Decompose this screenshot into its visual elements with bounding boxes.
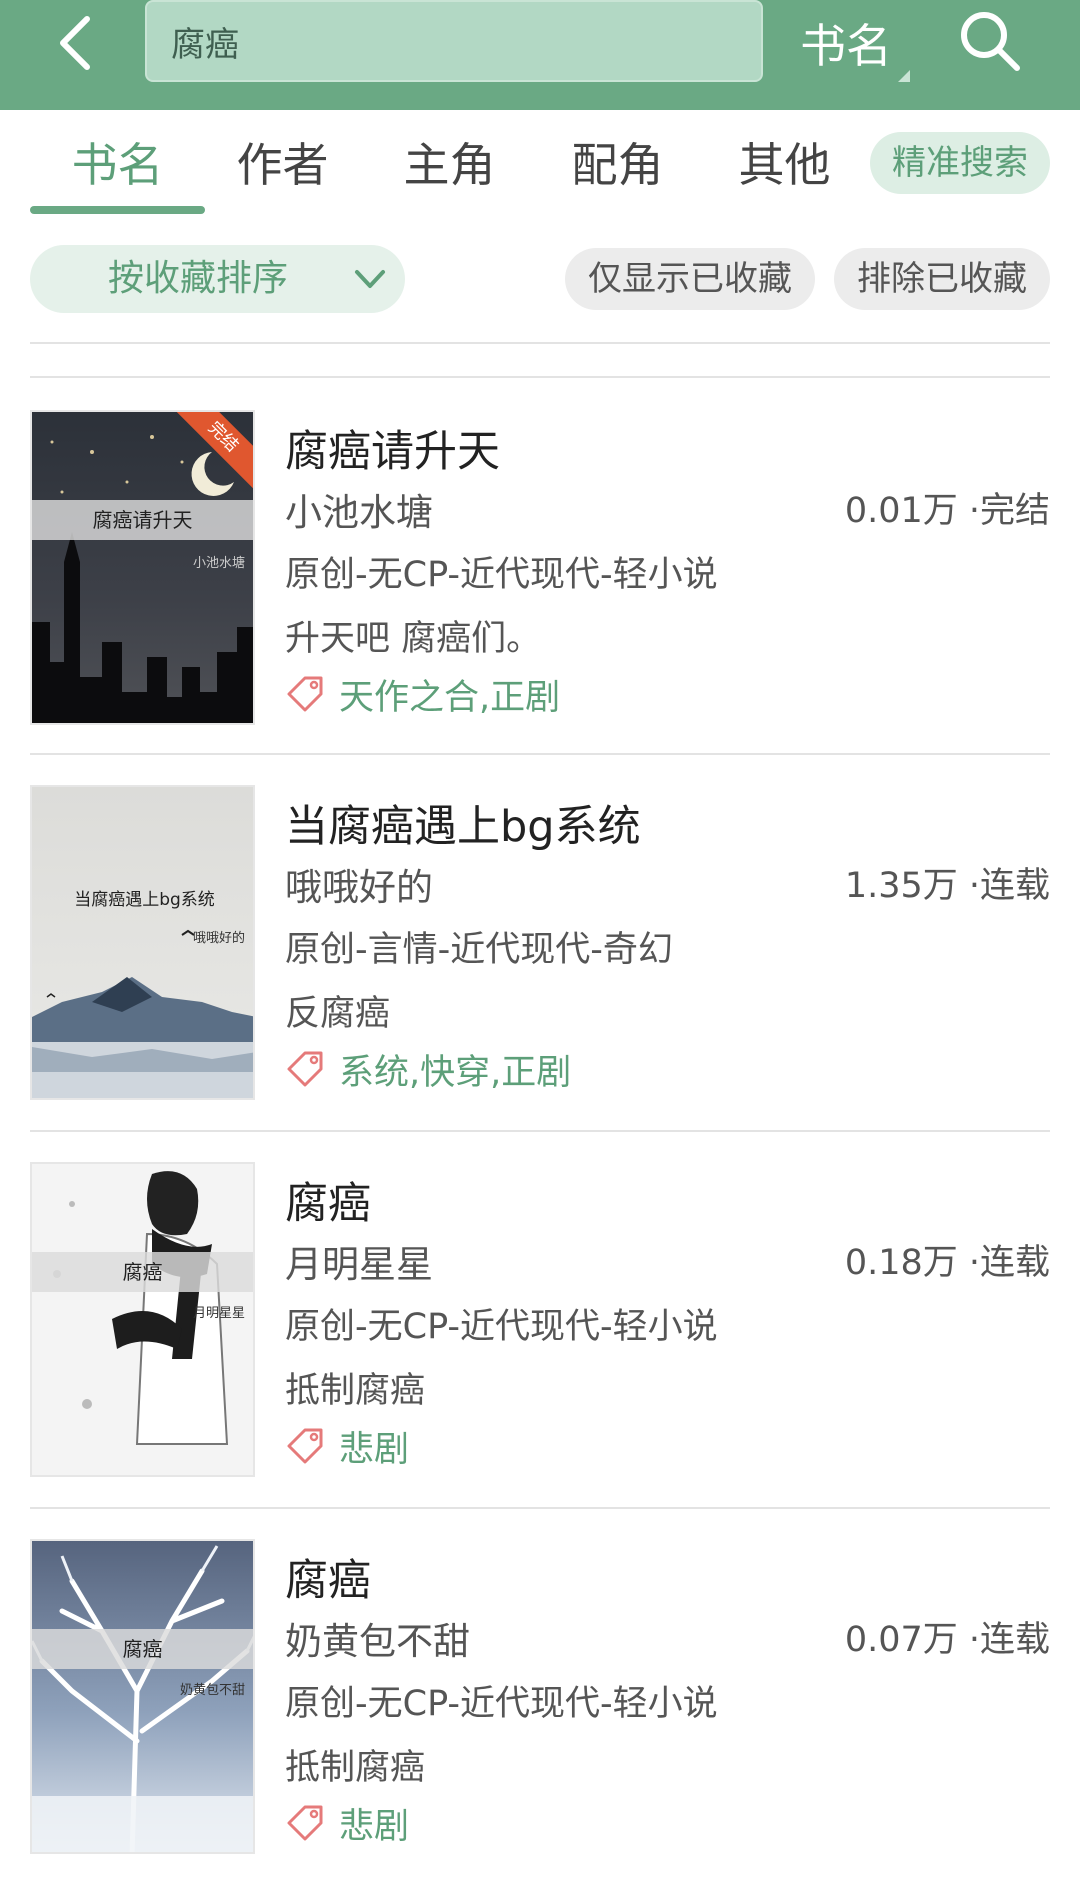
divider	[30, 342, 1050, 344]
book-tags-text: 系统,快穿,正剧	[339, 1052, 572, 1093]
top-bar: 书名	[0, 0, 1080, 110]
book-title[interactable]: 腐癌请升天	[285, 417, 500, 479]
sort-label: 按收藏排序	[108, 258, 289, 299]
tag-icon	[287, 1805, 323, 1841]
book-intro: 反腐癌	[285, 994, 391, 1034]
search-input[interactable]	[171, 21, 761, 61]
book-author[interactable]: 哦哦好的	[285, 857, 433, 911]
book-list-item[interactable]: 腐癌 月明星星 腐癌 月明星星 0.18万 ·连载 原创-无CP-近代现代-轻小…	[30, 1132, 1050, 1477]
book-cover[interactable]: 腐癌 月明星星	[30, 1162, 255, 1477]
book-list-item[interactable]: 腐癌 奶黄包不甜 腐癌 奶黄包不甜 0.07万 ·连载 原创-无CP-近代现代-…	[30, 1509, 1050, 1854]
book-genre: 原创-无CP-近代现代-轻小说	[285, 1684, 718, 1724]
chevron-down-icon	[355, 270, 385, 288]
cover-author: 奶黄包不甜	[179, 1683, 245, 1698]
tag-icon	[287, 1051, 323, 1087]
book-stats: 1.35万 ·连载	[844, 866, 1050, 906]
divider	[30, 376, 1050, 378]
tab-author[interactable]: 作者	[195, 130, 370, 200]
book-list-item[interactable]: 当腐癌遇上bg系统 哦哦好的 当腐癌遇上bg系统 哦哦好的 1.35万 ·连载 …	[30, 755, 1050, 1100]
back-arrow-icon	[60, 16, 90, 70]
book-cover[interactable]: 当腐癌遇上bg系统 哦哦好的	[30, 785, 255, 1100]
book-title[interactable]: 当腐癌遇上bg系统	[285, 792, 641, 854]
tab-supporting-role[interactable]: 配角	[530, 130, 705, 200]
book-tags-text: 悲剧	[339, 1806, 410, 1847]
cover-author: 月明星星	[192, 1306, 245, 1321]
book-author[interactable]: 小池水塘	[285, 482, 433, 536]
book-author[interactable]: 月明星星	[285, 1234, 433, 1288]
search-icon	[961, 12, 1020, 71]
book-title[interactable]: 腐癌	[285, 1169, 371, 1231]
exclude-collected-chip[interactable]: 排除已收藏	[834, 248, 1050, 310]
tag-icon	[287, 1428, 323, 1464]
book-tags: 悲剧	[285, 1801, 409, 1847]
cover-title: 当腐癌遇上bg系统	[74, 890, 215, 910]
cover-title: 腐癌请升天	[32, 500, 253, 540]
tab-other[interactable]: 其他	[697, 130, 872, 200]
book-genre: 原创-无CP-近代现代-轻小说	[285, 555, 718, 595]
search-type-selector[interactable]: 书名	[800, 8, 892, 78]
book-genre: 原创-言情-近代现代-奇幻	[285, 930, 673, 970]
book-stats: 0.18万 ·连载	[844, 1243, 1050, 1283]
book-tags-text: 天作之合,正剧	[339, 677, 561, 718]
book-tags: 天作之合,正剧	[285, 672, 560, 718]
tag-icon	[287, 676, 323, 712]
book-author[interactable]: 奶黄包不甜	[285, 1611, 470, 1665]
tab-protagonist[interactable]: 主角	[362, 130, 537, 200]
search-type-caret-icon	[898, 70, 910, 82]
search-box[interactable]	[145, 0, 763, 82]
book-stats: 0.07万 ·连载	[844, 1620, 1050, 1660]
book-list-item[interactable]: 腐癌请升天 小池水塘 完结 腐癌请升天 小池水塘 0.01万 ·完结 原创-无C…	[30, 380, 1050, 725]
back-button[interactable]	[40, 8, 110, 78]
book-genre: 原创-无CP-近代现代-轻小说	[285, 1307, 718, 1347]
book-intro: 升天吧 腐癌们。	[285, 619, 542, 659]
tab-book-title[interactable]: 书名	[30, 130, 205, 200]
book-stats: 0.01万 ·完结	[844, 491, 1050, 531]
book-tags: 悲剧	[285, 1424, 409, 1470]
cover-title: 腐癌	[32, 1252, 253, 1292]
show-only-collected-chip[interactable]: 仅显示已收藏	[565, 248, 815, 310]
book-cover[interactable]: 腐癌请升天 小池水塘 完结	[30, 410, 255, 725]
cover-title: 腐癌	[32, 1629, 253, 1669]
book-tags: 系统,快穿,正剧	[285, 1047, 571, 1093]
book-intro: 抵制腐癌	[285, 1748, 426, 1788]
book-tags-text: 悲剧	[339, 1429, 410, 1470]
book-cover[interactable]: 腐癌 奶黄包不甜	[30, 1539, 255, 1854]
search-type-label: 书名	[800, 19, 892, 73]
precise-search-button[interactable]: 精准搜索	[870, 132, 1050, 194]
book-title[interactable]: 腐癌	[285, 1546, 371, 1608]
cover-author: 小池水塘	[192, 556, 245, 571]
sort-select[interactable]: 按收藏排序	[30, 245, 405, 313]
book-intro: 抵制腐癌	[285, 1371, 426, 1411]
search-button[interactable]	[955, 6, 1025, 76]
cover-author: 哦哦好的	[192, 931, 245, 946]
active-tab-indicator	[30, 206, 205, 214]
